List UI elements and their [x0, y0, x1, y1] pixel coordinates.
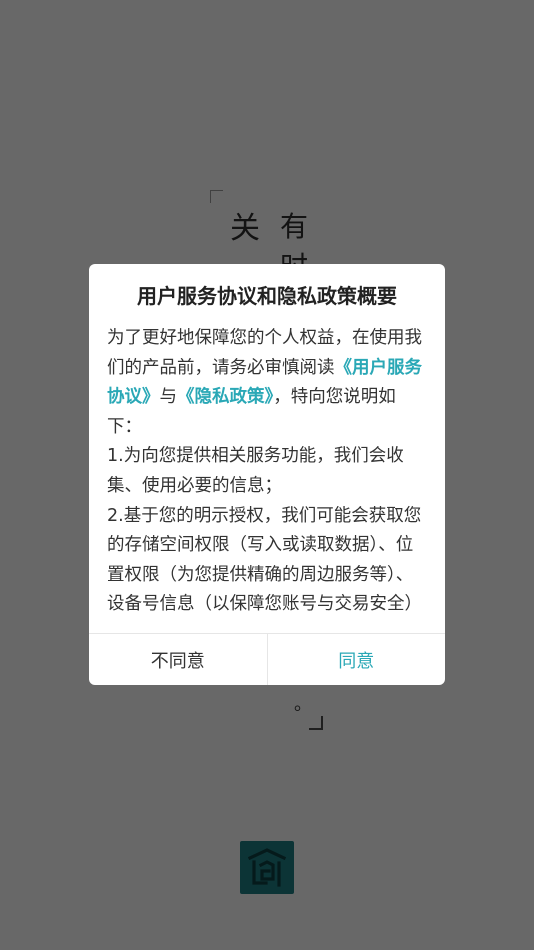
- item-1-text: 1.为向您提供相关服务功能，我们会收集、使用必要的信息；: [107, 446, 404, 496]
- intro-paragraph: 为了更好地保障您的个人权益，在使用我们的产品前，请务必审慎阅读《用户服务协议》与…: [107, 324, 429, 442]
- privacy-dialog: 用户服务协议和隐私政策概要 为了更好地保障您的个人权益，在使用我们的产品前，请务…: [89, 264, 445, 685]
- dialog-body: 为了更好地保障您的个人权益，在使用我们的产品前，请务必审慎阅读《用户服务协议》与…: [107, 324, 429, 634]
- dialog-footer: 不同意 同意: [89, 633, 445, 685]
- dialog-title: 用户服务协议和隐私政策概要: [137, 284, 397, 308]
- and-text: 与: [159, 387, 178, 408]
- privacy-policy-link[interactable]: 《隐私政策》: [177, 387, 273, 407]
- item-2-text: 2.基于您的明示授权，我们可能会获取您的存储空间权限（写入或读取数据）、位置权限…: [107, 505, 422, 615]
- agree-button[interactable]: 同意: [268, 634, 446, 685]
- disagree-button[interactable]: 不同意: [89, 634, 268, 685]
